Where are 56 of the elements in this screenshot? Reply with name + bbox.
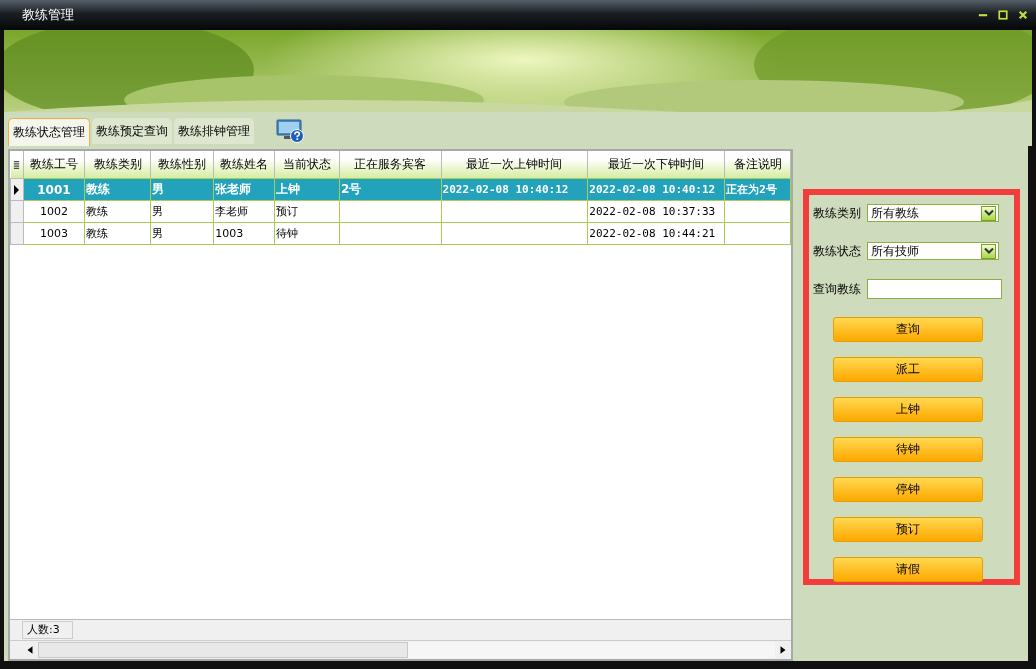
table-cell: 1003: [23, 222, 85, 245]
table-cell: 2022-02-08 10:40:12: [441, 178, 588, 201]
table-cell: 2022-02-08 10:40:12: [587, 178, 725, 201]
column-header[interactable]: 正在服务宾客: [339, 151, 442, 179]
tab[interactable]: 教练状态管理: [8, 118, 90, 146]
table-cell: 预订: [274, 200, 340, 223]
column-header[interactable]: 教练姓名: [213, 151, 275, 179]
action-button[interactable]: 上钟: [832, 397, 983, 422]
action-button[interactable]: 派工: [832, 357, 983, 382]
action-button[interactable]: 停钟: [832, 477, 983, 502]
table-cell: 2022-02-08 10:44:21: [587, 222, 725, 245]
action-button[interactable]: 待钟: [832, 437, 983, 462]
table-cell: 1001: [23, 178, 85, 201]
current-row-icon: [14, 184, 19, 195]
column-header[interactable]: 备注说明: [724, 151, 791, 179]
column-chooser-icon[interactable]: [13, 159, 21, 170]
row-header[interactable]: [10, 178, 24, 201]
table-cell: 张老师: [213, 178, 275, 201]
table-cell: 男: [150, 200, 214, 223]
action-button[interactable]: 请假: [832, 557, 983, 582]
column-header[interactable]: 教练性别: [150, 151, 214, 179]
tab[interactable]: 教练排钟管理: [174, 118, 254, 144]
table-cell: 男: [150, 222, 214, 245]
table-cell: 2号: [339, 178, 442, 201]
dropdown[interactable]: 所有教练: [867, 204, 999, 222]
tab[interactable]: 教练预定查询: [92, 118, 172, 144]
field-label: 查询教练: [813, 280, 862, 298]
dropdown[interactable]: 所有技师: [867, 242, 999, 260]
table-cell: 教练: [84, 222, 151, 245]
field-label: 教练类别: [813, 204, 862, 222]
search-field[interactable]: [867, 279, 1002, 299]
maximize-icon[interactable]: [998, 10, 1008, 20]
record-count: 人数:3: [22, 621, 73, 639]
table-cell: 1003: [213, 222, 275, 245]
window-title: 教练管理: [22, 6, 74, 24]
table-cell: 2022-02-08 10:37:33: [587, 200, 725, 223]
column-header[interactable]: 最近一次下钟时间: [587, 151, 725, 179]
action-button[interactable]: 预订: [832, 517, 983, 542]
horizontal-scrollbar[interactable]: [10, 640, 791, 659]
monitor-help-icon[interactable]: [276, 119, 304, 143]
table-cell: 男: [150, 178, 214, 201]
column-header[interactable]: 教练工号: [23, 151, 85, 179]
action-button[interactable]: 查询: [832, 317, 983, 342]
table-cell: 李老师: [213, 200, 275, 223]
close-icon[interactable]: [1018, 10, 1028, 20]
column-header[interactable]: 当前状态: [274, 151, 340, 179]
table-cell: 教练: [84, 200, 151, 223]
scrollbar-thumb[interactable]: [38, 642, 408, 658]
table-cell: 1002: [23, 200, 85, 223]
table-cell: 上钟: [274, 178, 340, 201]
table-cell: 教练: [84, 178, 151, 201]
column-header[interactable]: 最近一次上钟时间: [441, 151, 588, 179]
field-label: 教练状态: [813, 242, 862, 260]
column-header[interactable]: 教练类别: [84, 151, 151, 179]
table-cell: 待钟: [274, 222, 340, 245]
table-cell: 正在为2号: [724, 178, 791, 201]
